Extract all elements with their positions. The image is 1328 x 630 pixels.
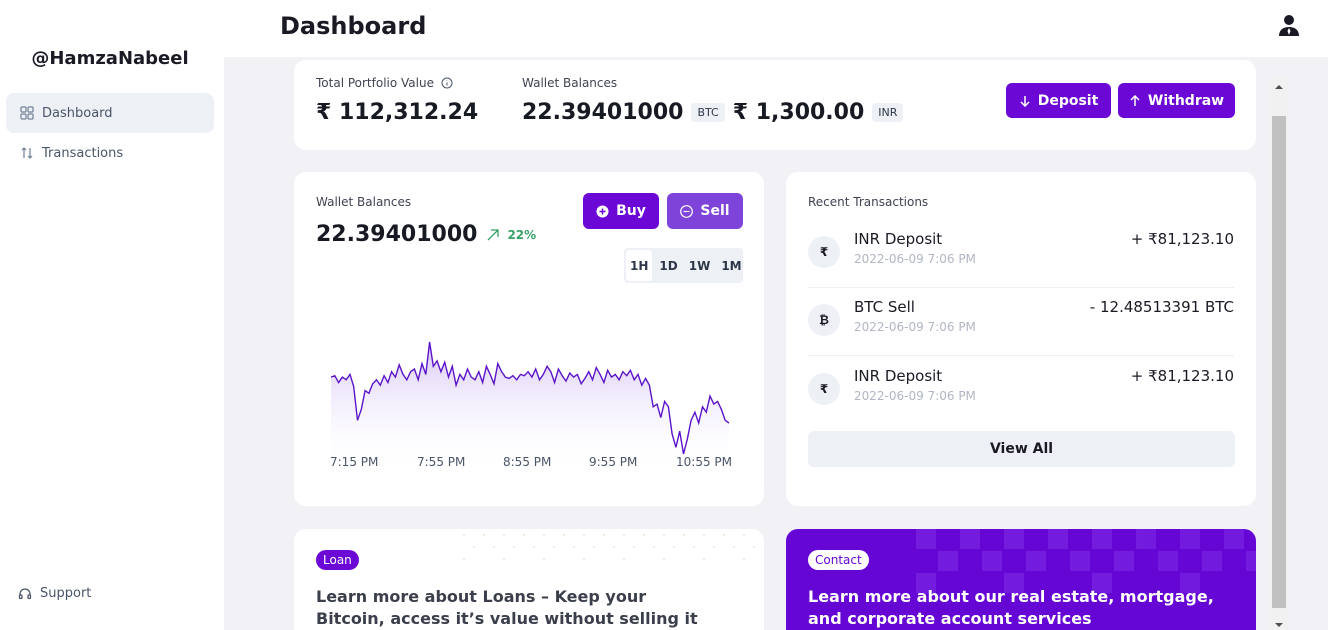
- arrows-up-down-icon: [21, 147, 33, 159]
- divider: [808, 287, 1234, 288]
- x-tick-1: 7:55 PM: [417, 455, 466, 469]
- loan-card[interactable]: Loan Learn more about Loans – Keep your …: [294, 529, 764, 630]
- scroll-thumb[interactable]: [1272, 116, 1286, 608]
- range-1m[interactable]: 1M: [717, 250, 745, 281]
- recent-transactions-title: Recent Transactions: [808, 195, 929, 209]
- buy-button[interactable]: Buy: [583, 193, 659, 229]
- transaction-amount: - 12.48513391 BTC: [1089, 298, 1234, 316]
- divider: [808, 355, 1234, 356]
- transaction-date: 2022-06-09 7:06 PM: [854, 320, 976, 334]
- x-tick-3: 9:55 PM: [589, 455, 638, 469]
- sidebar-item-label: Dashboard: [42, 105, 113, 121]
- user-icon[interactable]: [1278, 14, 1300, 40]
- info-icon[interactable]: [441, 77, 453, 89]
- brand-username: @HamzaNabeel: [31, 48, 189, 69]
- time-range-selector: 1H 1D 1W 1M: [624, 248, 743, 283]
- x-tick-2: 8:55 PM: [503, 455, 552, 469]
- deposit-button[interactable]: Deposit: [1006, 83, 1111, 118]
- transaction-date: 2022-06-09 7:06 PM: [854, 252, 976, 266]
- deposit-label: Deposit: [1037, 92, 1099, 109]
- minus-circle-icon: [680, 204, 694, 218]
- headset-icon: [18, 587, 32, 599]
- portfolio-card: Total Portfolio Value ₹ 112,312.24 Walle…: [294, 60, 1256, 150]
- sidebar-item-transactions[interactable]: Transactions: [6, 133, 214, 173]
- transaction-amount: + ₹81,123.10: [1130, 230, 1234, 248]
- x-tick-0: 7:15 PM: [330, 455, 379, 469]
- wallet-chart-card: Wallet Balances 22.39401000 22% Buy Sell…: [294, 172, 764, 506]
- scroll-down-icon[interactable]: [1274, 622, 1284, 628]
- view-all-button[interactable]: View All: [808, 431, 1235, 467]
- contact-tag: Contact: [808, 550, 869, 570]
- inr-balance-value: ₹ 1,300.00: [732, 100, 865, 125]
- sell-button[interactable]: Sell: [667, 193, 743, 229]
- btc-tag: BTC: [691, 103, 725, 122]
- top-header: Dashboard: [224, 0, 1328, 57]
- support-label: Support: [40, 586, 92, 601]
- sidebar: @HamzaNabeel Dashboard Transactions Supp…: [0, 0, 224, 630]
- loan-text: Learn more about Loans – Keep your Bitco…: [316, 587, 698, 628]
- rupee-icon: ₹: [808, 373, 840, 405]
- wallet-balances-label: Wallet Balances: [316, 195, 412, 209]
- arrow-up-icon: [1130, 94, 1140, 106]
- loan-tag: Loan: [316, 550, 359, 570]
- wallet-balances-label: Wallet Balances: [522, 76, 618, 90]
- support-link[interactable]: Support: [18, 586, 91, 601]
- sidebar-item-label: Transactions: [42, 145, 124, 161]
- sidebar-item-dashboard[interactable]: Dashboard: [6, 93, 214, 133]
- range-1h[interactable]: 1H: [626, 250, 653, 281]
- x-tick-4: 10:55 PM: [676, 455, 732, 469]
- dot-pattern: [463, 534, 755, 560]
- buy-label: Buy: [616, 203, 646, 219]
- change-percent: 22%: [507, 227, 537, 242]
- transaction-title: BTC Sell: [854, 298, 915, 316]
- range-1d[interactable]: 1D: [655, 250, 681, 281]
- plus-circle-icon: [596, 205, 609, 217]
- inr-tag: INR: [872, 103, 904, 122]
- btc-balance-value: 22.39401000: [522, 100, 684, 125]
- transaction-amount: + ₹81,123.10: [1130, 367, 1234, 385]
- chart-area-fill: [331, 342, 729, 472]
- rupee-icon: ₹: [808, 236, 840, 268]
- contact-card[interactable]: Contact Learn more about our real estate…: [786, 529, 1256, 630]
- sell-label: Sell: [700, 203, 730, 219]
- vertical-scrollbar[interactable]: [1270, 78, 1288, 630]
- page-title: Dashboard: [280, 12, 427, 40]
- transaction-title: INR Deposit: [854, 230, 943, 248]
- transaction-title: INR Deposit: [854, 367, 943, 385]
- withdraw-label: Withdraw: [1147, 92, 1225, 109]
- transaction-row[interactable]: ₹ INR Deposit 2022-06-09 7:06 PM + ₹81,1…: [808, 228, 1234, 294]
- total-portfolio-value: ₹ 112,312.24: [316, 100, 479, 125]
- contact-text: Learn more about our real estate, mortga…: [808, 587, 1214, 628]
- grid-icon: [20, 106, 34, 120]
- price-chart: [330, 341, 730, 472]
- wallet-balance-value: 22.39401000: [316, 222, 478, 247]
- total-portfolio-label: Total Portfolio Value: [316, 76, 434, 90]
- transaction-row[interactable]: ₹ INR Deposit 2022-06-09 7:06 PM + ₹81,1…: [808, 365, 1234, 431]
- scroll-up-icon[interactable]: [1274, 84, 1284, 90]
- range-1w[interactable]: 1W: [685, 250, 715, 281]
- withdraw-button[interactable]: Withdraw: [1118, 83, 1235, 118]
- transaction-row[interactable]: ₿ BTC Sell 2022-06-09 7:06 PM - 12.48513…: [808, 296, 1234, 362]
- trend-up-icon: [487, 228, 500, 240]
- arrow-down-icon: [1020, 95, 1030, 107]
- bitcoin-icon: ₿: [808, 304, 840, 336]
- recent-transactions-card: Recent Transactions ₹ INR Deposit 2022-0…: [786, 172, 1256, 506]
- transaction-date: 2022-06-09 7:06 PM: [854, 389, 976, 403]
